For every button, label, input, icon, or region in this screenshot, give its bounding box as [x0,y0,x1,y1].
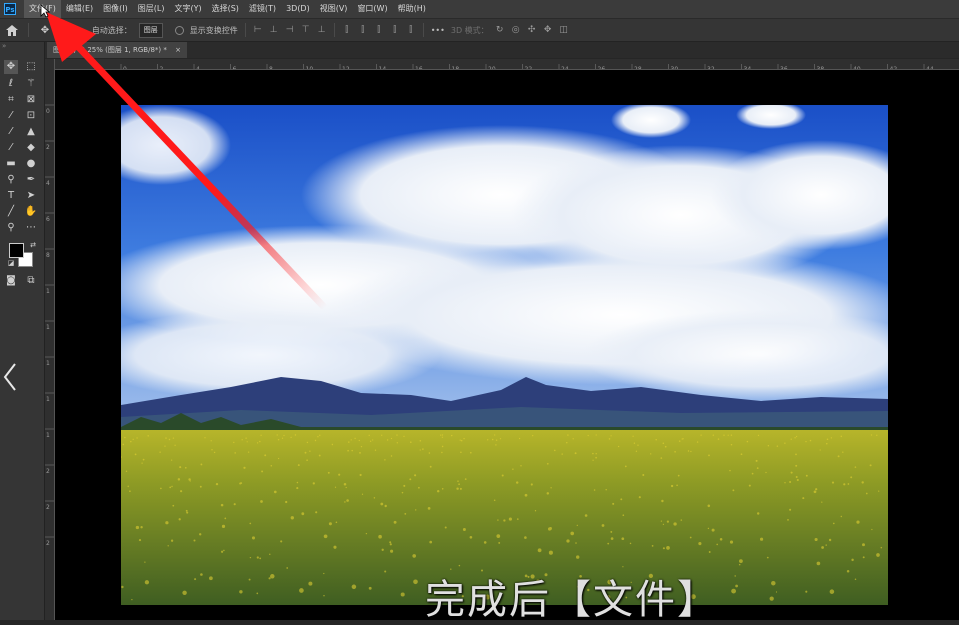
more-tools-icon[interactable]: ⋯ [24,221,38,235]
frame-tool-icon[interactable]: ⊠ [24,93,38,107]
3d-rotate-icon[interactable]: ↻ [495,25,505,35]
home-icon[interactable] [4,22,20,38]
hand-tool-icon[interactable]: ✋ [24,205,38,219]
path-selection-tool-icon[interactable]: ➤ [24,189,38,203]
3d-roll-icon[interactable]: ◎ [511,25,521,35]
ruler-tick-label: 0 [46,108,50,115]
clone-stamp-tool-icon[interactable]: ▲ [24,125,38,139]
ruler-tick-label: 1 [46,324,50,331]
line-tool-icon[interactable]: ╱ [4,205,18,219]
menu-image[interactable]: 图像(I) [98,0,133,18]
menu-layer[interactable]: 图层(L) [133,0,170,18]
separator [422,23,424,37]
magic-wand-tool-icon[interactable]: ⚚ [24,77,38,91]
lasso-tool-icon[interactable]: ℓ [4,77,18,91]
document-tab-bar: 图层 1, @ 25% (图层 1, RGB/8*) * × [45,42,959,58]
show-transform-label: 显示变换控件 [189,25,238,35]
ruler-tick-label: 1 [46,396,50,403]
distribute-left-icon[interactable]: ⫿ [342,25,352,35]
ruler-tick-label: 1 [46,288,50,295]
spot-healing-tool-icon[interactable]: ⊡ [24,109,38,123]
align-left-icon[interactable]: ⊢ [253,25,263,35]
close-icon[interactable]: × [175,46,181,54]
swap-colors-icon[interactable]: ⇄ [26,238,40,252]
history-brush-tool-icon[interactable]: ⁄ [4,141,18,155]
mouse-cursor-icon [40,4,50,18]
menu-help[interactable]: 帮助(H) [393,0,431,18]
ruler-tick-label: 8 [46,252,50,259]
3d-mode-label: 3D 模式： [450,25,489,35]
default-colors-icon[interactable]: ◪ [4,256,18,270]
document-tab-title: 图层 1, @ 25% (图层 1, RGB/8*) * [53,46,167,54]
dropdown-chevron-icon[interactable]: ⌄ [60,26,67,35]
crop-tool-icon[interactable]: ⌗ [4,93,18,107]
eyedropper-tool-icon[interactable]: ⁄ [4,109,18,123]
type-tool-icon[interactable]: T [4,189,18,203]
document-tab[interactable]: 图层 1, @ 25% (图层 1, RGB/8*) * × [47,42,187,58]
tools-panel: » ✥ ⬚ ℓ ⚚ ⌗ ⊠ ⁄ ⊡ ⁄ ▲ ⁄ ◆ ▬ ● ⚲ ✒ T ➤ ╱ … [0,42,45,620]
align-right-icon[interactable]: ⊣ [285,25,295,35]
auto-select-label: 自动选择： [91,25,132,35]
ruler-tick-label: 2 [46,504,50,511]
menu-bar: Ps 文件(F) 编辑(E) 图像(I) 图层(L) 文字(Y) 选择(S) 滤… [0,0,959,19]
canvas-area[interactable] [55,70,959,620]
more-options-icon[interactable]: ••• [431,26,445,35]
ruler-tick-label: 4 [46,180,50,187]
blur-tool-icon[interactable]: ● [24,157,38,171]
dodge-tool-icon[interactable]: ⚲ [4,173,18,187]
landscape-photo[interactable] [121,105,888,605]
menu-view[interactable]: 视图(V) [315,0,353,18]
distribute-center-icon[interactable]: ⫿ [358,25,368,35]
separator [333,23,335,37]
distribute-right-icon[interactable]: ⫿ [374,25,384,35]
ruler-tick-label: 1 [46,432,50,439]
ruler-tick-label: 1 [46,360,50,367]
pen-tool-icon[interactable]: ✒ [24,173,38,187]
vertical-ruler: 0 2 4 6 8 1 1 1 1 1 2 2 2 [45,59,55,620]
align-middle-icon[interactable]: ⊥ [317,25,327,35]
3d-slide-icon[interactable]: ✥ [543,25,553,35]
distribute-bottom-icon[interactable]: ⫿ [406,25,416,35]
menu-type[interactable]: 文字(Y) [169,0,206,18]
3d-scale-icon[interactable]: ◫ [559,25,569,35]
ruler-tick-label: 6 [46,216,50,223]
distribute-top-icon[interactable]: ⫿ [390,25,400,35]
brush-tool-icon[interactable]: ⁄ [4,125,18,139]
quick-mask-icon[interactable]: ◙ [4,274,18,288]
ruler-tick-label: 2 [46,144,50,151]
marquee-tool-icon[interactable]: ⬚ [24,60,38,74]
menu-3d[interactable]: 3D(D) [281,0,315,18]
move-tool-icon[interactable]: ✥ [4,60,18,74]
ruler-tick-label: 2 [46,540,50,547]
ruler-tick-label: 2 [46,468,50,475]
options-bar: ✥ ⌄ 自动选择： 图层 显示变换控件 ⊢ ⊥ ⊣ ⊤ ⊥ ⫿ ⫿ ⫿ ⫿ ⫿ … [0,19,959,42]
align-center-icon[interactable]: ⊥ [269,25,279,35]
menu-edit[interactable]: 编辑(E) [61,0,98,18]
move-icon[interactable]: ✥ [37,22,53,38]
menu-select[interactable]: 选择(S) [207,0,244,18]
eraser-tool-icon[interactable]: ◆ [24,141,38,155]
screen-mode-icon[interactable]: ⧉ [24,274,38,288]
show-transform-checkbox[interactable] [174,25,184,35]
separator [28,23,29,37]
photoshop-logo[interactable]: Ps [4,3,16,15]
zoom-tool-icon[interactable]: ⚲ [4,221,18,235]
chevron-left-icon[interactable] [2,362,18,398]
menu-window[interactable]: 窗口(W) [352,0,392,18]
3d-drag-icon[interactable]: ✣ [527,25,537,35]
align-top-icon[interactable]: ⊤ [301,25,311,35]
separator [244,23,246,37]
foreground-color-swatch[interactable] [9,243,24,258]
video-caption: 完成后【文件】 [425,577,719,623]
gradient-tool-icon[interactable]: ▬ [4,157,18,171]
vertical-ruler-ticks: 0 2 4 6 8 1 1 1 1 1 2 2 2 [45,104,54,547]
horizontal-ruler: 0 2 4 6 8 10 12 14 16 18 20 22 24 26 28 30 32 34 36 38 40 42 4… [55,59,959,70]
auto-select-dropdown[interactable]: 图层 [138,22,163,38]
panel-grip-icon[interactable]: » [2,42,6,50]
menu-filter[interactable]: 滤镜(T) [244,0,281,18]
